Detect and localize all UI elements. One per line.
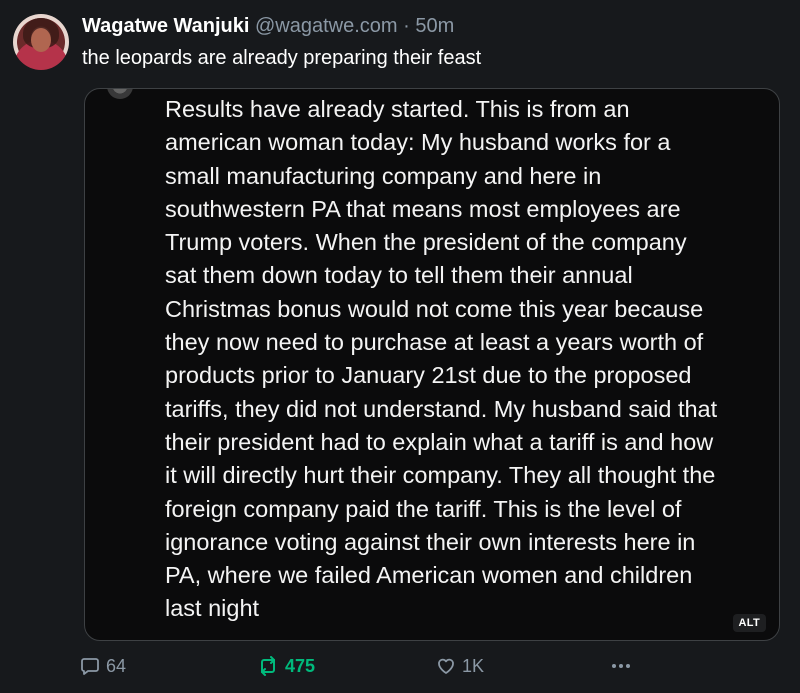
ellipsis-icon xyxy=(610,656,632,676)
reply-button[interactable]: 64 xyxy=(80,653,126,679)
header-separator: · xyxy=(403,15,410,37)
like-button[interactable]: 1K xyxy=(436,653,484,679)
more-options-button[interactable] xyxy=(610,653,632,679)
post-text: the leopards are already preparing their… xyxy=(82,47,482,69)
post-timestamp[interactable]: 50m xyxy=(415,15,454,37)
post: Wagatwe Wanjuki @wagatwe.com · 50m the l… xyxy=(0,0,800,693)
repost-count: 475 xyxy=(285,655,316,676)
repost-button[interactable]: 475 xyxy=(257,653,315,679)
avatar-face xyxy=(31,28,51,52)
author-avatar[interactable] xyxy=(13,14,69,70)
post-header: Wagatwe Wanjuki @wagatwe.com · 50m xyxy=(82,13,454,39)
speech-bubble-icon xyxy=(80,656,100,676)
post-actions: 64 475 1K xyxy=(80,653,640,679)
heart-icon xyxy=(436,656,456,676)
author-display-name[interactable]: Wagatwe Wanjuki xyxy=(82,15,249,37)
media-image[interactable]: Results have already started. This is fr… xyxy=(84,88,780,641)
like-count: 1K xyxy=(462,655,485,676)
reply-count: 64 xyxy=(106,655,127,676)
media-quoted-text: Results have already started. This is fr… xyxy=(165,96,718,622)
repost-arrows-icon xyxy=(257,656,279,676)
author-handle[interactable]: @wagatwe.com xyxy=(255,15,398,37)
media-cropped-avatar xyxy=(107,89,133,99)
alt-text-button[interactable]: ALT xyxy=(732,614,766,632)
